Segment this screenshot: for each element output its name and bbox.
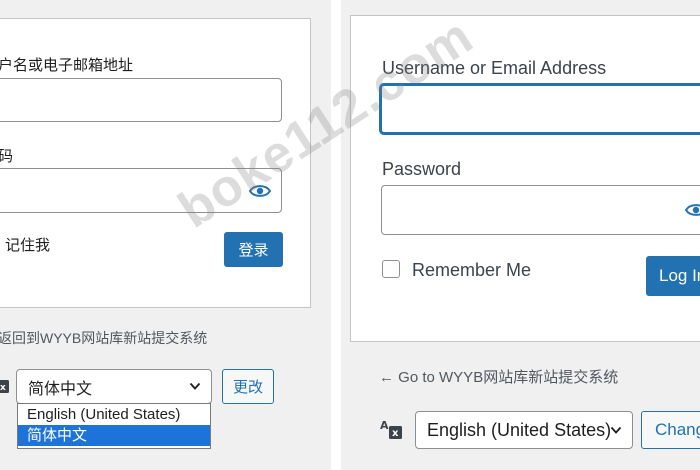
password-label: 码 [0,148,14,165]
password-input[interactable] [0,168,282,213]
chevron-down-icon [610,426,622,434]
language-select[interactable]: English (United States) [415,411,633,449]
login-button[interactable]: Log In [646,256,700,296]
password-label: Password [382,159,462,179]
username-label: Username or Email Address [382,58,607,78]
language-select[interactable]: 简体中文 [16,369,212,404]
password-input[interactable] [381,185,700,235]
back-to-site-link[interactable]: ← Go to WYYB网站库新站提交系统 [379,366,618,387]
username-label: 户名或电子邮箱地址 [0,57,134,74]
svg-text:x: x [392,428,399,439]
translate-icon: A x [380,419,402,439]
login-panel-english: Username or Email Address Password Remem… [341,0,700,470]
eye-icon[interactable] [249,184,271,198]
username-input[interactable] [0,78,282,122]
remember-me-label[interactable]: 记住我 [5,234,50,255]
eye-icon[interactable] [685,203,700,217]
language-option-chinese[interactable]: 简体中文 [18,425,210,446]
svg-text:A: A [380,419,389,432]
login-panel-chinese: 户名或电子邮箱地址 码 记住我 登录 返回到WYYB网站库新站提交系统 x 简体… [0,0,331,470]
chevron-down-icon [189,382,201,390]
language-select-value: 简体中文 [28,380,93,398]
change-language-button[interactable]: Change [641,411,700,449]
back-to-site-link[interactable]: 返回到WYYB网站库新站提交系统 [0,328,207,348]
remember-me-label[interactable]: Remember Me [412,260,531,281]
svg-text:x: x [0,383,6,393]
username-input[interactable] [380,84,700,134]
translate-icon: x [0,380,9,393]
language-select-value: English (United States) [427,419,612,440]
language-dropdown-list: English (United States) 简体中文 [17,403,211,449]
login-button[interactable]: 登录 [224,232,283,267]
language-option-english[interactable]: English (United States) [18,404,210,425]
remember-me-checkbox[interactable] [382,260,400,278]
change-language-button[interactable]: 更改 [222,369,274,404]
